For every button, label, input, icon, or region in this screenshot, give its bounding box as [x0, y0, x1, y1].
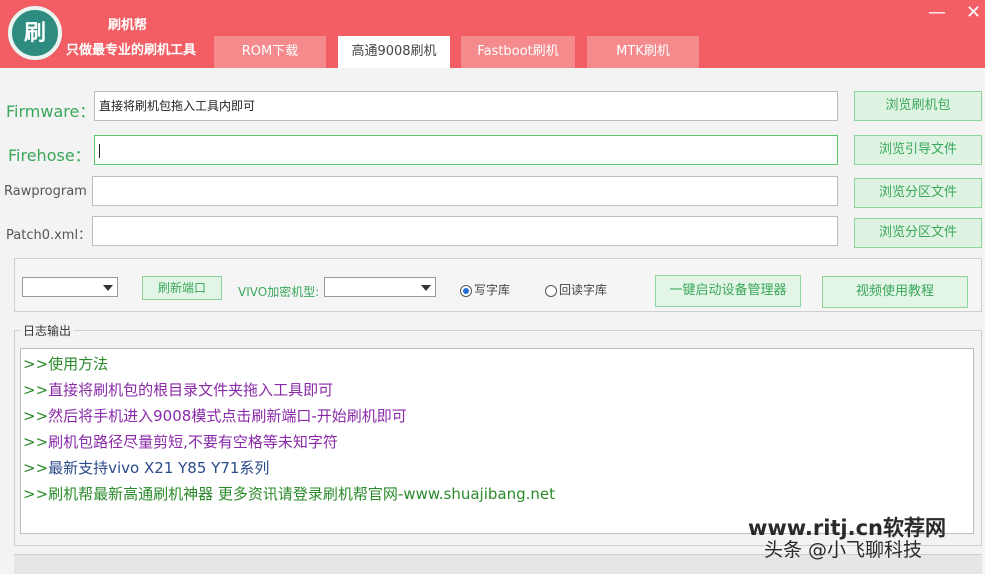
logo-glyph: 刷 — [23, 20, 46, 46]
browse-rawprogram-button[interactable]: 浏览分区文件 — [854, 178, 982, 208]
watermark-author: 头条 @小飞聊科技 — [764, 539, 923, 561]
radio-write-font[interactable]: 写字库 — [460, 281, 510, 298]
rawprogram-input[interactable] — [92, 176, 838, 206]
tab-fastboot[interactable]: Fastboot刷机 — [461, 36, 575, 68]
tab-mtk[interactable]: MTK刷机 — [587, 36, 699, 68]
firmware-label: Firmware： — [6, 102, 96, 121]
log-line: >>最新支持vivo X21 Y85 Y71系列 — [23, 459, 270, 477]
device-manager-button[interactable]: 一键启动设备管理器 — [655, 275, 801, 307]
log-title: 日志输出 — [20, 322, 75, 339]
port-select[interactable] — [22, 277, 118, 297]
rawprogram-label: Rawprogram — [4, 184, 87, 199]
browse-firmware-button[interactable]: 浏览刷机包 — [854, 91, 982, 121]
chevron-down-icon — [103, 285, 113, 291]
patch0-label: Patch0.xml： — [6, 228, 92, 243]
radio-read-font[interactable]: 回读字库 — [545, 281, 607, 298]
firehose-input[interactable] — [94, 135, 838, 165]
patch0-input[interactable] — [92, 216, 838, 246]
close-button[interactable]: ✕ — [966, 2, 981, 23]
app-slogan: 只做最专业的刷机工具 — [66, 43, 197, 58]
firehose-label: Firehose： — [8, 146, 91, 165]
radio-checked-icon — [460, 284, 472, 297]
log-line: >>刷机帮最新高通刷机神器 更多资讯请登录刷机帮官网-www.shuajiban… — [23, 485, 556, 503]
log-line: >>直接将刷机包的根目录文件夹拖入工具即可 — [23, 381, 334, 399]
vivo-model-select[interactable] — [324, 277, 436, 297]
refresh-port-button[interactable]: 刷新端口 — [142, 276, 222, 300]
log-line: >>刷机包路径尽量剪短,不要有空格等未知字符 — [23, 433, 338, 451]
vivo-model-label: VIVO加密机型: — [238, 285, 320, 299]
browse-patch0-button[interactable]: 浏览分区文件 — [854, 218, 982, 248]
app-title: 刷机帮 — [108, 18, 148, 33]
log-line: >>使用方法 — [23, 355, 109, 373]
log-line: >>然后将手机进入9008模式点击刷新端口-开始刷机即可 — [23, 407, 407, 425]
tab-rom-download[interactable]: ROM下载 — [214, 36, 326, 68]
radio-unchecked-icon — [545, 284, 557, 297]
browse-firehose-button[interactable]: 浏览引导文件 — [854, 135, 982, 165]
app-logo: 刷 — [8, 6, 62, 60]
minimize-button[interactable]: — — [928, 2, 946, 23]
chevron-down-icon — [421, 285, 431, 291]
video-tutorial-button[interactable]: 视频使用教程 — [822, 276, 968, 308]
tab-qualcomm-9008[interactable]: 高通9008刷机 — [338, 36, 450, 68]
firmware-input[interactable]: 直接将刷机包拖入工具内即可 — [94, 91, 838, 121]
log-output[interactable]: >>使用方法 >>直接将刷机包的根目录文件夹拖入工具即可 >>然后将手机进入90… — [20, 348, 974, 534]
title-bar: 刷 刷机帮 只做最专业的刷机工具 — ✕ ROM下载 高通9008刷机 Fast… — [0, 0, 985, 68]
